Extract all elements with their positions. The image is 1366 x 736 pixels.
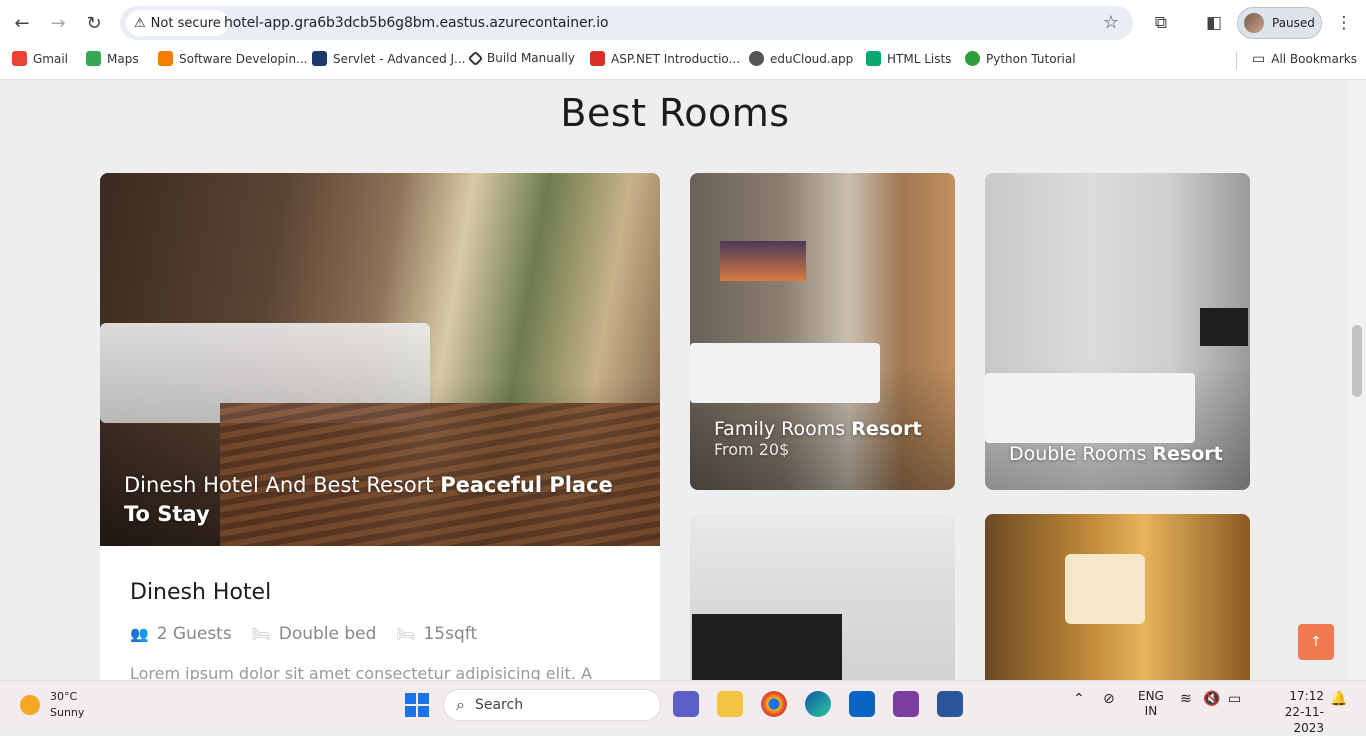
hotel-name[interactable]: Dinesh Hotel	[130, 580, 271, 605]
extensions-icon[interactable]: ⧉	[1148, 10, 1174, 36]
featured-room-image[interactable]: Dinesh Hotel And Best Resort Peaceful Pl…	[100, 173, 660, 546]
edge-icon[interactable]	[805, 691, 831, 717]
arrow-up-icon: ↑	[1310, 634, 1322, 650]
room-features: 👥 2 Guests 🛏 Double bed 🛏 15sqft	[130, 624, 477, 644]
bookmark-servlet[interactable]: Servlet - Advanced J...	[312, 51, 466, 66]
room-card-double[interactable]: Double Rooms Resort	[985, 173, 1250, 490]
security-chip[interactable]: ⚠ Not secure	[126, 10, 229, 36]
room-card-3[interactable]	[690, 514, 955, 680]
avatar	[1244, 13, 1264, 33]
globe-icon	[749, 51, 764, 66]
room-card-family[interactable]: Family Rooms Resort From 20$	[690, 173, 955, 490]
network-off-icon[interactable]: ⊘	[1103, 691, 1115, 707]
maps-icon	[86, 51, 101, 66]
bookmark-software[interactable]: Software Developin...	[158, 51, 308, 66]
warning-icon: ⚠	[134, 15, 146, 31]
scroll-to-top-button[interactable]: ↑	[1298, 624, 1334, 660]
battery-icon[interactable]: ▭	[1228, 691, 1241, 707]
bookmark-star-icon[interactable]: ☆	[1103, 12, 1119, 33]
side-panel-icon[interactable]: ◧	[1201, 10, 1227, 36]
bed-shape	[690, 343, 880, 403]
scrollbar-thumb[interactable]	[1352, 325, 1362, 397]
teams-icon[interactable]	[673, 691, 699, 717]
bookmark-gmail[interactable]: Gmail	[12, 51, 68, 66]
date: 22-11-2023	[1284, 705, 1324, 735]
bookmark-aspnet[interactable]: ASP.NET Introductio...	[590, 51, 740, 66]
feature-bed: 🛏 Double bed	[251, 624, 377, 644]
search-placeholder: Search	[474, 697, 524, 713]
bookmark-educloud[interactable]: eduCloud.app	[749, 51, 853, 66]
bed-shape	[985, 373, 1195, 443]
wifi-icon[interactable]: ≋	[1180, 691, 1192, 707]
time: 17:12	[1289, 689, 1324, 703]
profile-label: Paused	[1272, 16, 1315, 30]
diamond-icon	[467, 50, 484, 66]
notification-bell-icon[interactable]: 🔔	[1330, 691, 1347, 707]
forward-icon[interactable]: →	[46, 11, 70, 35]
area-icon: 🛏	[396, 625, 416, 643]
csharp-icon	[590, 51, 605, 66]
menu-icon[interactable]: ⋮	[1331, 10, 1357, 36]
url-text[interactable]: hotel-app.gra6b3dcb5b6g8bm.eastus.azurec…	[224, 15, 609, 31]
browser-chrome: ← → ↻ ⚠ Not secure hotel-app.gra6b3dcb5b…	[0, 0, 1366, 80]
tv-shape	[1200, 308, 1248, 346]
bed-icon: 🛏	[251, 625, 271, 643]
family-room-price: From 20$	[714, 440, 790, 459]
bookmark-maps[interactable]: Maps	[86, 51, 139, 66]
featured-caption: Dinesh Hotel And Best Resort Peaceful Pl…	[124, 473, 613, 526]
language-indicator[interactable]: ENG IN	[1138, 689, 1164, 719]
taskbar: 30°C Sunny ⌕ Search ⌃ ⊘ ENG IN ≋ 🔇 ▭ 17:…	[0, 680, 1366, 735]
w3-icon	[866, 51, 881, 66]
gmail-icon	[12, 51, 27, 66]
weather-desc: Sunny	[50, 706, 85, 719]
chrome-icon[interactable]	[761, 691, 787, 717]
weather-temp: 30°C	[50, 690, 78, 703]
profile-button[interactable]: Paused	[1237, 7, 1322, 39]
feature-guests: 👥 2 Guests	[130, 624, 232, 644]
section-title: Best Rooms	[560, 91, 790, 135]
weather-widget[interactable]: 30°C Sunny	[20, 689, 84, 721]
clipchamp-icon[interactable]	[893, 691, 919, 717]
bookmarks-bar: Gmail Maps Software Developin... Servlet…	[0, 46, 1366, 74]
page-content: Best Rooms Dinesh Hotel And Best Resort …	[0, 81, 1350, 680]
python-icon	[965, 51, 980, 66]
tv-shape	[692, 614, 842, 680]
blogger-icon	[158, 51, 173, 66]
volume-muted-icon[interactable]: 🔇	[1203, 691, 1220, 707]
bookmark-build[interactable]: Build Manually	[467, 50, 575, 66]
reload-icon[interactable]: ↻	[82, 11, 106, 35]
double-room-caption: Double Rooms Resort	[1009, 443, 1223, 465]
all-bookmarks[interactable]: ▭ All Bookmarks	[1252, 51, 1357, 67]
room-description: Lorem ipsum dolor sit amet consectetur a…	[130, 664, 592, 680]
folder-icon: ▭	[1252, 51, 1266, 67]
file-explorer-icon[interactable]	[717, 691, 743, 717]
room-card-4[interactable]	[985, 514, 1250, 680]
bookmark-html-lists[interactable]: HTML Lists	[866, 51, 951, 66]
feature-area: 🛏 15sqft	[396, 624, 478, 644]
windows-start-icon[interactable]	[405, 693, 429, 717]
chevron-up-icon[interactable]: ⌃	[1073, 691, 1085, 707]
featured-room-details: Dinesh Hotel 👥 2 Guests 🛏 Double bed 🛏 15sq…	[100, 546, 660, 680]
address-bar[interactable]: ⚠ Not secure hotel-app.gra6b3dcb5b6g8bm.…	[120, 6, 1133, 40]
wall-art	[720, 241, 806, 281]
back-icon[interactable]: ←	[10, 11, 34, 35]
site-icon	[312, 51, 327, 66]
taskbar-search[interactable]: ⌕ Search	[443, 689, 661, 721]
word-icon[interactable]	[937, 691, 963, 717]
clock[interactable]: 17:12 22-11-2023	[1258, 688, 1324, 736]
mail-icon[interactable]	[849, 691, 875, 717]
lamp-shape	[1065, 554, 1145, 624]
search-icon: ⌕	[456, 695, 465, 714]
bookmark-separator	[1236, 52, 1237, 70]
family-room-caption: Family Rooms Resort From 20$	[714, 418, 922, 459]
users-icon: 👥	[130, 625, 149, 643]
security-label: Not secure	[150, 15, 221, 31]
sun-icon	[20, 695, 40, 715]
bookmark-python[interactable]: Python Tutorial	[965, 51, 1076, 66]
